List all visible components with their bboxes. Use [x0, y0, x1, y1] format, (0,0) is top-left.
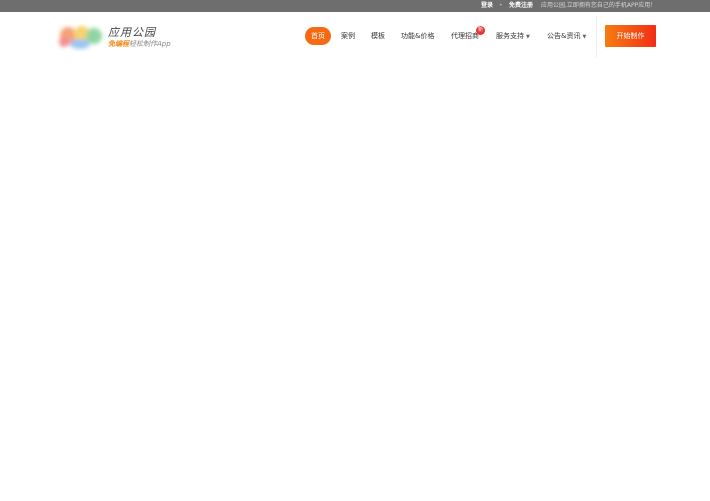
nav-item-home[interactable]: 首页: [305, 27, 331, 45]
chevron-down-icon: ▼: [582, 34, 587, 40]
nav-item-cases[interactable]: 案例: [341, 27, 355, 45]
chevron-down-icon: ▼: [526, 34, 530, 40]
start-making-button[interactable]: 开始制作: [605, 25, 656, 47]
nav-item-label: 服务支持: [496, 32, 524, 40]
nav-item-features-pricing[interactable]: 功能&价格: [401, 27, 434, 45]
topbar-separator: •: [499, 2, 503, 9]
nav-item-templates[interactable]: 模板: [371, 27, 385, 45]
nav-item-label: 案例: [341, 32, 355, 40]
topbar-slogan: 应用公园,立即拥有您自己的手机APP应用！: [541, 2, 657, 9]
nav-item-label: 首页: [311, 32, 325, 40]
nav-item-label: 公告&资讯: [547, 32, 581, 40]
nav-item-news[interactable]: 公告&资讯 ▼: [547, 27, 586, 45]
nav-item-label: 模板: [371, 32, 385, 40]
nav-item-agency[interactable]: 代理招商: [451, 27, 479, 45]
logo-tagline: 免编程轻松制作App: [108, 39, 171, 49]
header-divider: [596, 16, 597, 58]
logo-tagline-rest: 轻松制作App: [129, 40, 171, 48]
nav-item-label: 代理招商: [451, 32, 479, 40]
new-badge: 新: [476, 26, 485, 35]
register-link[interactable]: 免费注册: [509, 0, 533, 12]
nav-item-support[interactable]: 服务支持 ▼: [496, 27, 530, 45]
logo-mark-icon: [59, 26, 102, 49]
logo-tagline-highlight: 免编程: [108, 40, 129, 48]
login-link[interactable]: 登录: [481, 0, 493, 12]
nav-item-label: 功能&价格: [401, 32, 435, 40]
logo-name: 应用公园: [108, 26, 156, 39]
site-logo[interactable]: 应用公园 免编程轻松制作App: [56, 22, 186, 54]
top-bar: 登录 • 免费注册 应用公园,立即拥有您自己的手机APP应用！: [0, 0, 710, 12]
